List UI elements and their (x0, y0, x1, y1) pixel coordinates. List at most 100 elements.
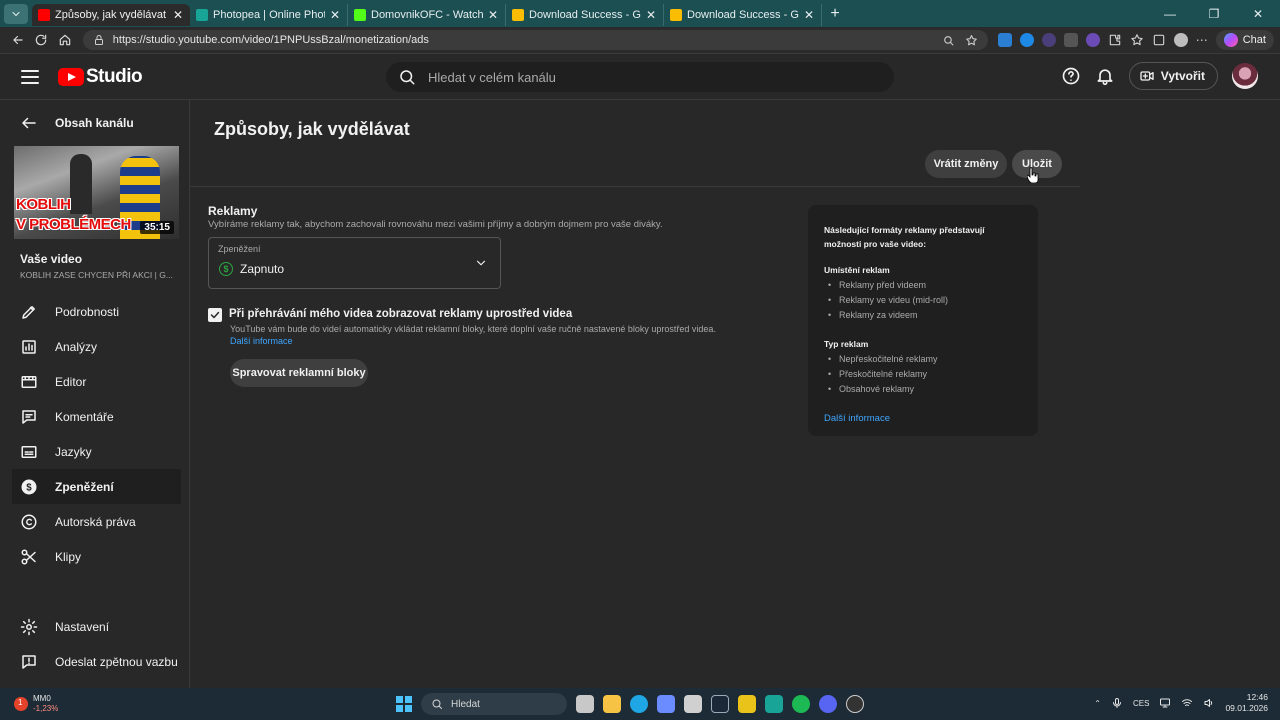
main-content: Způsoby, jak vydělávat Vrátit změny Ulož… (190, 100, 1280, 688)
collections-icon[interactable] (1152, 33, 1166, 47)
start-button[interactable] (396, 696, 412, 712)
discord-icon[interactable] (819, 695, 837, 713)
sidebar-item-feedback[interactable]: Odeslat zpětnou vazbu (12, 644, 181, 679)
extension-icon[interactable] (1063, 33, 1078, 47)
close-tab-icon[interactable]: ✕ (803, 8, 815, 22)
tab-title: Způsoby, jak vydělávat - YouTube (55, 9, 168, 21)
sidebar-item-analytics[interactable]: Analýzy (12, 329, 181, 364)
close-window-icon[interactable]: ✕ (1236, 7, 1280, 21)
star-icon[interactable] (965, 34, 978, 47)
back-to-content-link[interactable]: Obsah kanálu (0, 100, 189, 132)
site-info-icon[interactable] (93, 34, 105, 46)
extension-icon[interactable] (1019, 33, 1034, 47)
video-duration: 35:15 (140, 221, 174, 234)
logo-text: Studio (86, 65, 143, 87)
browser-tab-photopea[interactable]: Photopea | Online Photo Editor ✕ (190, 4, 348, 26)
extension-icon[interactable] (1085, 33, 1100, 47)
app-icon[interactable] (738, 695, 756, 713)
reload-button[interactable] (30, 30, 54, 50)
file-explorer-icon[interactable] (603, 695, 621, 713)
tray-overflow-icon[interactable]: ⌃ (1094, 699, 1101, 708)
monetization-dropdown[interactable]: Zpeněžení $ Zapnuto (208, 237, 501, 289)
arrow-left-icon (22, 117, 36, 129)
sidebar-item-label: Odeslat zpětnou vazbu (55, 654, 178, 669)
browser-tab-fonts-1[interactable]: Download Success - Google Fonts ✕ (506, 4, 664, 26)
account-avatar[interactable] (1232, 63, 1258, 89)
favorites-icon[interactable] (1130, 33, 1144, 47)
page-title: Způsoby, jak vydělávat (214, 119, 410, 139)
notifications-bell-icon[interactable] (1095, 66, 1115, 86)
zoom-icon[interactable] (942, 34, 955, 47)
extension-icon[interactable] (1041, 33, 1056, 47)
language-indicator[interactable]: CES (1133, 699, 1149, 708)
close-tab-icon[interactable]: ✕ (329, 8, 341, 22)
list-item: Reklamy před videem (824, 280, 1022, 295)
store-icon[interactable] (657, 695, 675, 713)
profile-icon[interactable] (1173, 33, 1188, 47)
list-item: Reklamy ve videu (mid-roll) (824, 295, 1022, 310)
create-button[interactable]: Vytvořit (1128, 62, 1218, 90)
sidebar-item-copyright[interactable]: Autorská práva (12, 504, 181, 539)
video-heading: Vaše video (20, 252, 83, 266)
sidebar-item-clips[interactable]: Klipy (12, 539, 181, 574)
midroll-checkbox[interactable] (208, 308, 222, 322)
feedback-icon (22, 654, 36, 669)
tab-actions-button[interactable] (4, 3, 28, 24)
close-tab-icon[interactable]: ✕ (487, 8, 499, 22)
taskbar-search[interactable]: Hledat (421, 693, 567, 715)
volume-icon[interactable] (1203, 697, 1215, 709)
edge-icon[interactable] (630, 695, 648, 713)
minimize-icon[interactable]: — (1148, 7, 1192, 21)
sidebar-item-details[interactable]: Podrobnosti (12, 294, 181, 329)
sidebar-item-monetization[interactable]: $ Zpeněžení (12, 469, 181, 504)
sidebar-item-label: Zpeněžení (55, 479, 114, 494)
home-button[interactable] (53, 30, 77, 50)
kick-favicon-icon (354, 9, 366, 21)
more-menu-icon[interactable]: ⋯ (1196, 33, 1208, 47)
stock-widget[interactable]: MM0 -1,23% (14, 694, 58, 714)
video-thumbnail[interactable]: KOBLIH V PROBLÉMECH 35:15 (14, 146, 179, 239)
sidebar-item-comments[interactable]: Komentáře (12, 399, 181, 434)
spotify-icon[interactable] (792, 695, 810, 713)
media-player-icon[interactable] (846, 695, 864, 713)
clock[interactable]: 12:46 09.01.2026 (1225, 692, 1268, 714)
close-tab-icon[interactable]: ✕ (645, 8, 657, 22)
subtitles-icon (21, 445, 37, 458)
help-icon[interactable] (1061, 66, 1081, 86)
learn-more-link[interactable]: Další informace (230, 336, 293, 346)
midroll-checkbox-label[interactable]: Při přehrávání mého videa zobrazovat rek… (229, 308, 572, 320)
maximize-icon[interactable]: ❐ (1192, 7, 1236, 21)
steam-icon[interactable] (711, 695, 729, 713)
sidebar-item-label: Editor (55, 374, 87, 389)
browser-tab-youtube[interactable]: Způsoby, jak vydělávat - YouTube ✕ (32, 4, 190, 26)
network-icon[interactable] (1181, 697, 1193, 709)
comments-icon (22, 409, 36, 424)
monitor-icon[interactable] (1159, 697, 1171, 709)
extension-icon[interactable] (997, 33, 1012, 47)
app-icon[interactable] (684, 695, 702, 713)
new-tab-button[interactable]: + (822, 5, 848, 23)
browser-tab-fonts-2[interactable]: Download Success - Google Fonts ✕ (664, 4, 822, 26)
studio-logo[interactable]: Studio (58, 65, 143, 88)
close-tab-icon[interactable]: ✕ (172, 8, 184, 22)
back-button[interactable] (6, 30, 30, 50)
channel-search-input[interactable]: Hledat v celém kanálu (386, 62, 894, 92)
sidebar-item-languages[interactable]: Jazyky (12, 434, 181, 469)
photopea-icon[interactable] (765, 695, 783, 713)
task-view-icon[interactable] (576, 695, 594, 713)
sidebar-item-settings[interactable]: Nastavení (12, 609, 181, 644)
hamburger-menu-icon[interactable] (18, 65, 42, 89)
address-bar[interactable]: https://studio.youtube.com/video/1PNPUss… (82, 30, 988, 50)
google-fonts-favicon-icon (670, 9, 682, 21)
manage-ad-breaks-button[interactable]: Spravovat reklamní bloky (230, 359, 368, 387)
google-fonts-favicon-icon (512, 9, 524, 21)
sidebar-item-editor[interactable]: Editor (12, 364, 181, 399)
tab-title: Photopea | Online Photo Editor (213, 9, 325, 21)
panel-learn-more-link[interactable]: Další informace (824, 413, 1022, 424)
copilot-chat-button[interactable]: Chat (1215, 30, 1274, 50)
browser-tab-kick[interactable]: DomovnikOFC - Watch the VOD o ✕ (348, 4, 506, 26)
microphone-icon[interactable] (1111, 697, 1123, 709)
puzzle-icon[interactable] (1108, 33, 1122, 47)
revert-changes-button[interactable]: Vrátit změny (925, 150, 1007, 178)
thumbnail-text: KOBLIH (16, 196, 71, 213)
